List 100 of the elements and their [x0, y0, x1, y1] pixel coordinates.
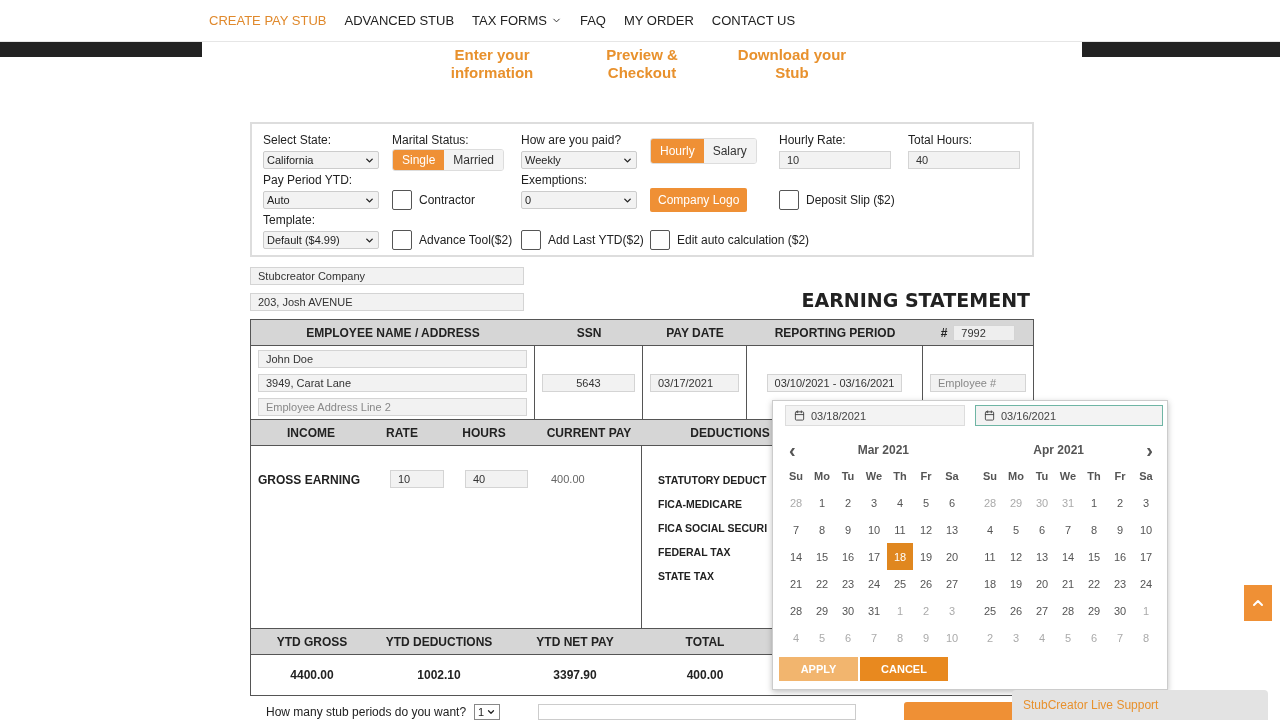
calendar-day[interactable]: 4	[887, 489, 913, 516]
field-label: Pay Period YTD:	[263, 173, 354, 187]
date-field[interactable]: 03/18/2021	[785, 405, 965, 426]
edit-calculation-checkbox[interactable]	[650, 230, 670, 250]
calendar-day[interactable]: 27	[1029, 597, 1055, 624]
calendar-day[interactable]: 5	[913, 489, 939, 516]
calendar-day[interactable]: 23	[1107, 570, 1133, 597]
date-field[interactable]: 03/16/2021	[975, 405, 1163, 426]
company-address-field[interactable]: 203, Josh AVENUE	[250, 293, 524, 311]
hours-field[interactable]: 40	[465, 470, 528, 488]
calendar-day[interactable]: 20	[1029, 570, 1055, 597]
reporting-period-field[interactable]: 03/10/2021 - 03/16/2021	[766, 373, 903, 392]
rate-field[interactable]: 10	[390, 470, 444, 488]
calendar-day[interactable]: 27	[939, 570, 965, 597]
calendar-day[interactable]: 16	[1107, 543, 1133, 570]
calendar-day[interactable]: 16	[835, 543, 861, 570]
marital-option[interactable]: Married	[444, 150, 504, 170]
calendar-day[interactable]: 17	[861, 543, 887, 570]
add-ytd-checkbox[interactable]	[521, 230, 541, 250]
employee-address-field[interactable]: 3949, Carat Lane	[258, 373, 527, 392]
calendar-day[interactable]: 25	[887, 570, 913, 597]
calendar-day[interactable]: 12	[913, 516, 939, 543]
calendar-day[interactable]: 10	[1133, 516, 1159, 543]
calendar-day[interactable]: 18	[977, 570, 1003, 597]
calendar-day[interactable]: 8	[1081, 516, 1107, 543]
calendar-day[interactable]: 30	[835, 597, 861, 624]
calendar-day[interactable]: 26	[913, 570, 939, 597]
calendar-day[interactable]: 24	[861, 570, 887, 597]
field-label: Template:	[263, 213, 317, 227]
company-name-field[interactable]: Stubcreator Company	[250, 267, 524, 285]
text-field[interactable]	[538, 704, 857, 720]
nav-link[interactable]: FAQ	[579, 13, 606, 28]
calendar-day[interactable]: 17	[1133, 543, 1159, 570]
weekday-label: Su	[981, 468, 999, 484]
calendar-day[interactable]: 1	[1081, 489, 1107, 516]
calendar-day[interactable]: 11	[887, 516, 913, 543]
calendar-day[interactable]: 10	[861, 516, 887, 543]
calendar-day[interactable]: 2	[835, 489, 861, 516]
calendar-day[interactable]: 29	[1081, 597, 1107, 624]
calendar-day[interactable]: 4	[977, 516, 1003, 543]
total-hours-field[interactable]: 40	[908, 151, 1020, 169]
calendar-day[interactable]: 21	[783, 570, 809, 597]
calendar-day[interactable]: 3	[861, 489, 887, 516]
nav-link[interactable]: ADVANCED STUB	[344, 13, 455, 28]
calendar-day[interactable]: 5	[1003, 516, 1029, 543]
calendar-day[interactable]: 7	[1055, 516, 1081, 543]
calendar-day[interactable]: 3	[1133, 489, 1159, 516]
pay-frequency-select[interactable]: Weekly	[521, 151, 637, 169]
exemptions-select[interactable]: 0	[521, 191, 637, 209]
pay-period-select[interactable]: Auto	[263, 191, 379, 209]
calendar-day[interactable]: 6	[1029, 516, 1055, 543]
nav-link[interactable]: MY ORDER	[623, 13, 694, 28]
field-label: How are you paid?	[521, 133, 623, 147]
employee-name-field[interactable]: John Doe	[258, 349, 527, 368]
calendar-day[interactable]: 8	[809, 516, 835, 543]
calendar-day[interactable]: 19	[1003, 570, 1029, 597]
calendar-day[interactable]: 30	[1107, 597, 1133, 624]
calendar-day[interactable]: 22	[1081, 570, 1107, 597]
calendar-day[interactable]: 31	[861, 597, 887, 624]
calendar-day[interactable]: 14	[783, 543, 809, 570]
calendar-day[interactable]: 9	[835, 516, 861, 543]
advance-tool-checkbox[interactable]	[392, 230, 412, 250]
calendar-day[interactable]: 23	[835, 570, 861, 597]
pay-type-option[interactable]: Salary	[703, 139, 756, 163]
nav-link[interactable]: TAX FORMS	[472, 13, 562, 28]
next-month-button[interactable]: ›	[1140, 442, 1159, 458]
previous-month-button[interactable]: ‹	[783, 442, 802, 458]
pay-date-field[interactable]: 03/17/2021	[650, 373, 739, 392]
calendar-day[interactable]: 28	[783, 597, 809, 624]
calendar-day[interactable]: 12	[1003, 543, 1029, 570]
contractor-checkbox[interactable]	[392, 190, 412, 210]
calendar-day[interactable]: 19	[913, 543, 939, 570]
hourly-rate-field[interactable]: 10	[779, 151, 891, 169]
stub-periods-select[interactable]: 1	[474, 704, 501, 720]
calendar-day[interactable]: 11	[977, 543, 1003, 570]
calendar-day[interactable]: 9	[1107, 516, 1133, 543]
calendar-day[interactable]: 25	[977, 597, 1003, 624]
state-select[interactable]: California	[263, 151, 379, 169]
calendar-day[interactable]: 15	[809, 543, 835, 570]
calendar-day[interactable]: 2	[1107, 489, 1133, 516]
calendar-day[interactable]: 28	[1055, 597, 1081, 624]
calendar-day[interactable]: 15	[1081, 543, 1107, 570]
nav-link[interactable]: CONTACT US	[711, 13, 796, 28]
calendar-day[interactable]: 24	[1133, 570, 1159, 597]
calendar-day[interactable]: 14	[1055, 543, 1081, 570]
calendar-day[interactable]: 13	[939, 516, 965, 543]
calendar-day[interactable]: 13	[1029, 543, 1055, 570]
calendar-day[interactable]: 21	[1055, 570, 1081, 597]
calendar-day[interactable]: 20	[939, 543, 965, 570]
calendar-day[interactable]: 7	[783, 516, 809, 543]
stub-number-field[interactable]: 7992	[953, 324, 1016, 341]
template-select[interactable]: Default ($4.99)	[263, 231, 379, 249]
deposit-slip-checkbox[interactable]	[779, 190, 799, 210]
calendar-day[interactable]: 22	[809, 570, 835, 597]
ssn-field[interactable]: 5643	[542, 373, 635, 392]
column-header: CURRENT PAY	[545, 425, 633, 440]
calendar-day[interactable]: 6	[939, 489, 965, 516]
calendar-day[interactable]: 29	[809, 597, 835, 624]
calendar-day[interactable]: 26	[1003, 597, 1029, 624]
calendar-day[interactable]: 1	[809, 489, 835, 516]
